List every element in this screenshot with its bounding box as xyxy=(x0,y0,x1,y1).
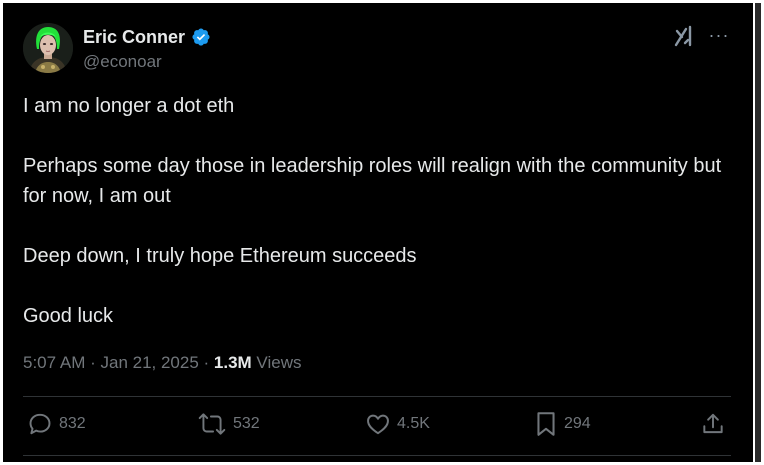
bookmark-button[interactable]: 294 xyxy=(534,409,591,439)
post-card: Eric Conner @econoar ··· I am no longer … xyxy=(3,3,753,462)
more-icon[interactable]: ··· xyxy=(705,25,733,47)
bookmark-icon xyxy=(537,412,555,436)
post-paragraph: Perhaps some day those in leadership rol… xyxy=(23,155,722,207)
author-handle[interactable]: @econoar xyxy=(83,52,162,72)
like-button[interactable]: 4.5K xyxy=(365,409,430,439)
reply-icon xyxy=(29,413,51,435)
post-date[interactable]: Jan 21, 2025 xyxy=(100,353,198,372)
action-bar: 832 532 4.5K 294 xyxy=(23,409,731,439)
divider xyxy=(23,396,731,397)
divider xyxy=(23,455,731,456)
share-icon xyxy=(703,413,723,434)
repost-button[interactable]: 532 xyxy=(197,409,260,439)
bookmark-count: 294 xyxy=(564,415,591,432)
post-paragraph: Deep down, I truly hope Ethereum succeed… xyxy=(23,245,417,267)
post-text: I am no longer a dot eth Perhaps some da… xyxy=(23,91,723,331)
scrollbar[interactable] xyxy=(755,3,761,462)
avatar-image xyxy=(23,23,73,73)
reply-button[interactable]: 832 xyxy=(27,409,86,439)
heart-icon xyxy=(367,414,389,435)
post-time[interactable]: 5:07 AM xyxy=(23,353,85,372)
verified-badge-icon[interactable] xyxy=(191,27,211,47)
avatar[interactable] xyxy=(23,23,73,73)
like-count: 4.5K xyxy=(397,415,430,432)
views-count: 1.3M xyxy=(213,353,252,372)
author-row: Eric Conner xyxy=(83,26,211,48)
post-paragraph: I am no longer a dot eth xyxy=(23,95,235,117)
views-label: Views xyxy=(251,353,302,372)
post-metadata: 5:07 AM · Jan 21, 2025 · 1.3M Views xyxy=(23,351,301,375)
author-name[interactable]: Eric Conner xyxy=(83,26,185,48)
share-button[interactable] xyxy=(700,409,726,439)
grok-icon[interactable] xyxy=(672,23,698,49)
repost-count: 532 xyxy=(233,415,260,432)
post-paragraph: Good luck xyxy=(23,305,114,327)
repost-icon xyxy=(198,413,226,435)
meta-separator: · xyxy=(198,353,214,372)
meta-separator: · xyxy=(85,353,101,372)
reply-count: 832 xyxy=(59,415,86,432)
